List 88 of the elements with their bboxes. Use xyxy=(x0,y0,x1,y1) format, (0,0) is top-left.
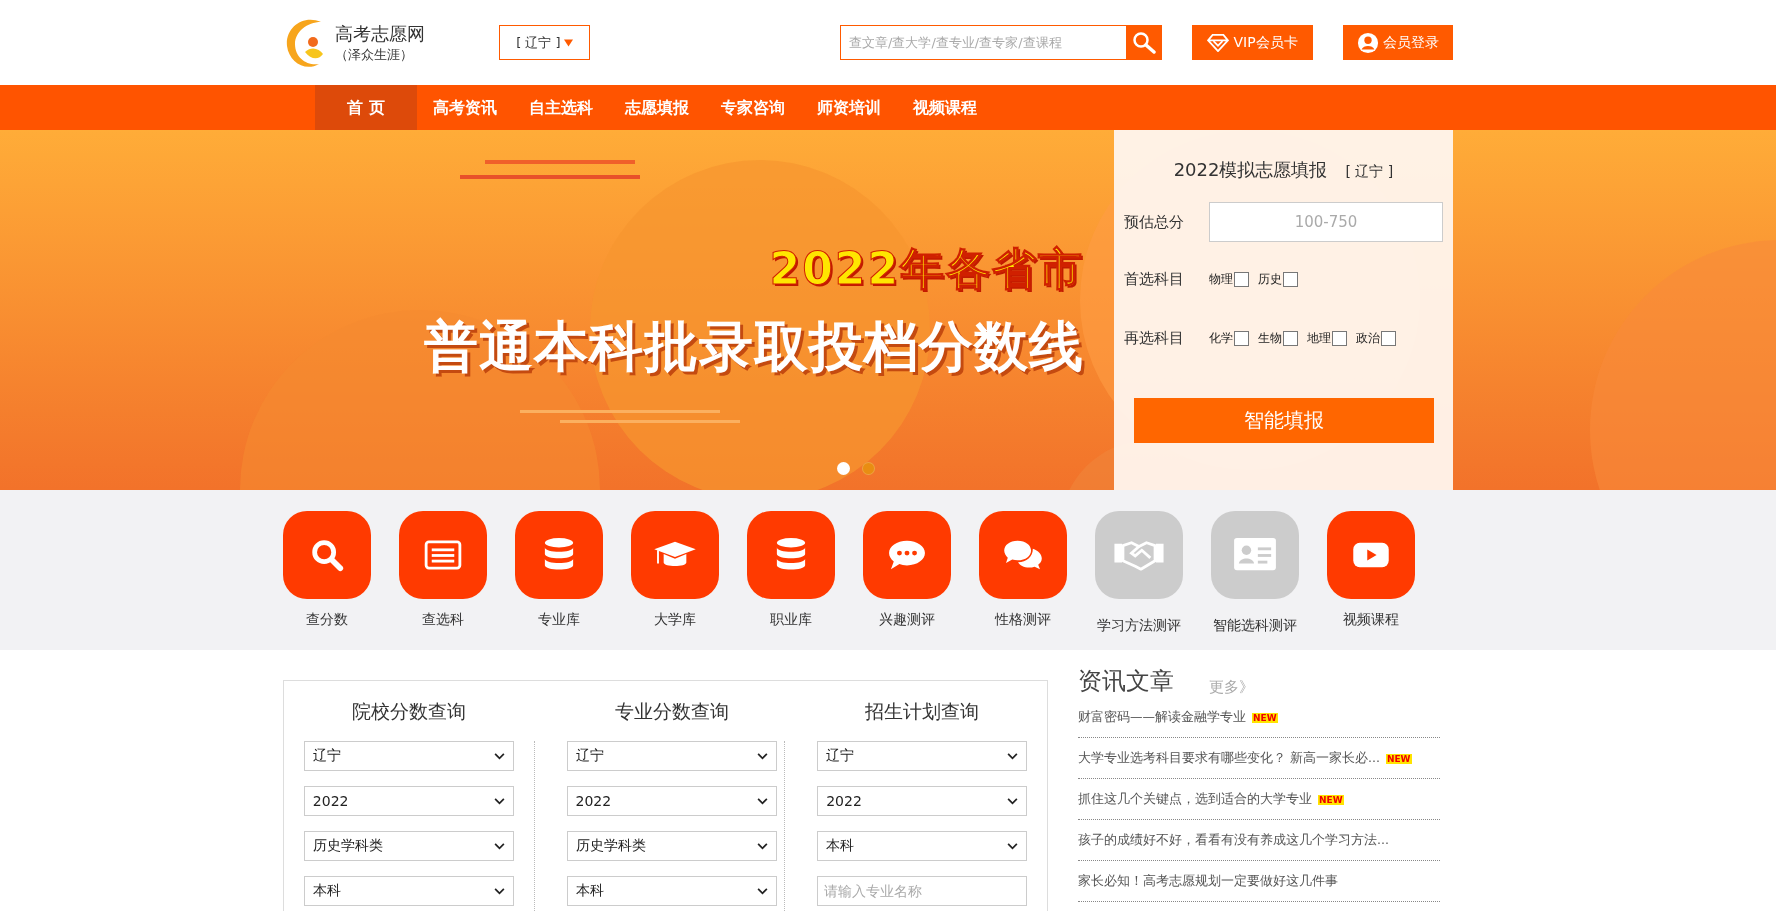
score-field[interactable]: 100-750 xyxy=(1209,202,1443,242)
select-field[interactable]: 2022 xyxy=(566,786,777,816)
field-label: 再选科目 xyxy=(1124,329,1185,348)
shortcut-label: 查分数 xyxy=(306,611,348,629)
chevron-icon xyxy=(1007,842,1019,850)
shortcut-label: 专业库 xyxy=(538,611,580,629)
select-field[interactable]: 2022 xyxy=(817,786,1028,816)
checkbox-label: 化学 xyxy=(1209,330,1233,347)
shortcut-tile[interactable] xyxy=(863,511,951,599)
checkbox[interactable] xyxy=(1234,272,1249,287)
shortcut-tile[interactable] xyxy=(399,511,487,599)
logo-title: 高考志愿网 xyxy=(335,21,425,46)
select-field[interactable]: 历史学科类 xyxy=(566,831,777,861)
shortcut-label: 职业库 xyxy=(770,611,812,629)
chevron-icon xyxy=(493,797,505,805)
query-title: 招生计划查询 xyxy=(865,699,980,724)
chevron-icon xyxy=(1007,752,1019,760)
handshake-icon xyxy=(1112,538,1166,572)
checkbox[interactable] xyxy=(1381,331,1396,346)
query-title: 专业分数查询 xyxy=(614,699,729,724)
search-icon xyxy=(1132,30,1156,55)
field-label: 首选科目 xyxy=(1124,270,1185,289)
checkbox-label: 地理 xyxy=(1307,330,1331,347)
news-link[interactable]: 财富密码——解读金融学专业 xyxy=(1078,709,1246,726)
chevron-icon xyxy=(493,752,505,760)
select-field[interactable]: 辽宁 xyxy=(566,741,777,771)
diamond-icon xyxy=(1207,33,1230,52)
chevron-icon xyxy=(1007,797,1019,805)
news-link[interactable]: 家长必知！高考志愿规划一定要做好这几件事 xyxy=(1078,873,1338,890)
checkbox[interactable] xyxy=(1283,331,1298,346)
checkbox-label: 历史 xyxy=(1258,271,1282,288)
shortcut-label: 查选科 xyxy=(422,611,464,629)
chevron-icon xyxy=(493,842,505,850)
select-field[interactable]: 本科 xyxy=(303,876,514,906)
news-link[interactable]: 抓住这几个关键点，选到适合的大学专业 xyxy=(1078,791,1312,808)
shortcut-tile[interactable] xyxy=(515,511,603,599)
new-badge: NEW xyxy=(1318,794,1344,805)
select-field[interactable]: 辽宁 xyxy=(303,741,514,771)
checkbox[interactable] xyxy=(1234,331,1249,346)
select-field[interactable]: 2022 xyxy=(303,786,514,816)
checkbox[interactable] xyxy=(1283,272,1298,287)
form-region[interactable]: [ 辽宁 ] xyxy=(1345,163,1394,181)
checkbox[interactable] xyxy=(1332,331,1347,346)
chevron-icon xyxy=(756,797,768,805)
news-title: 资讯文章 xyxy=(1078,666,1174,697)
news-link[interactable]: 大学专业选考科目要求有哪些变化？ 新高一家长必... xyxy=(1078,750,1380,767)
field-label: 预估总分 xyxy=(1124,212,1185,232)
user-icon xyxy=(1357,31,1379,54)
shortcut-label: 智能选科测评 xyxy=(1213,617,1297,635)
search-button[interactable] xyxy=(1126,25,1162,60)
chevron-icon xyxy=(756,842,768,850)
chevron-icon xyxy=(493,887,505,895)
chevron-icon xyxy=(756,887,768,895)
form-title: 2022模拟志愿填报 xyxy=(1173,158,1328,182)
chat-icon xyxy=(887,538,927,572)
select-field[interactable]: 辽宁 xyxy=(817,741,1028,771)
logo-subtitle: （泽众生涯） xyxy=(335,45,414,64)
select-field[interactable]: 本科 xyxy=(566,876,777,906)
select-field[interactable]: 本科 xyxy=(817,831,1028,861)
banner-headline: 普通本科批录取投档分数线 xyxy=(424,314,1084,380)
shortcut-tile[interactable] xyxy=(747,511,835,599)
play-icon xyxy=(1352,541,1390,569)
list-icon xyxy=(424,540,462,570)
checkbox-label: 生物 xyxy=(1258,330,1282,347)
checkbox-label: 政治 xyxy=(1356,330,1380,347)
new-badge: NEW xyxy=(1252,712,1278,723)
select-field[interactable]: 历史学科类 xyxy=(303,831,514,861)
new-badge: NEW xyxy=(1385,753,1412,764)
shortcut-tile[interactable] xyxy=(631,511,719,599)
shortcut-label: 大学库 xyxy=(654,611,696,629)
shortcut-label: 性格测评 xyxy=(995,611,1051,629)
shortcut-label: 学习方法测评 xyxy=(1097,617,1181,635)
shortcut-tile[interactable] xyxy=(283,511,371,599)
search-field[interactable]: 查文章/查大学/查专业/查专家/查课程 xyxy=(840,25,1126,60)
caret-icon xyxy=(563,38,573,47)
banner-headline: 2022年各省市 xyxy=(769,242,1084,296)
news-link[interactable]: 孩子的成绩好不好，看看有没有养成这几个学习方法... xyxy=(1078,832,1389,849)
shortcut-tile[interactable] xyxy=(979,511,1067,599)
checkbox-label: 物理 xyxy=(1209,271,1233,288)
query-title: 院校分数查询 xyxy=(351,699,466,724)
region-dropdown[interactable]: [ 辽宁 ] xyxy=(499,25,590,60)
nav-item[interactable]: 首 页 xyxy=(315,85,417,130)
shortcut-label: 视频课程 xyxy=(1343,611,1399,629)
input-field[interactable]: 请输入专业名称 xyxy=(817,876,1028,906)
shortcut-tile[interactable] xyxy=(1327,511,1415,599)
chat-bubbles-icon xyxy=(1003,538,1043,572)
chevron-icon xyxy=(756,752,768,760)
shortcut-label: 兴趣测评 xyxy=(879,611,935,629)
